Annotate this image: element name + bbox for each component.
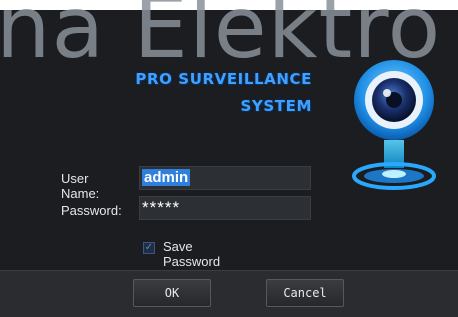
login-dialog: PRO SURVEILLANCE SYSTEM User Name: admin… [0,10,458,317]
product-title-line1: PRO SURVEILLANCE [135,70,312,88]
password-field[interactable]: ***** [139,196,311,220]
username-value: admin [142,169,191,186]
password-value: ***** [142,198,181,217]
product-title-line2: SYSTEM [240,97,312,115]
ok-button[interactable]: OK [133,279,211,307]
checkmark-icon: ✓ [144,242,154,253]
webcam-icon [352,60,436,190]
dialog-footer: OK Cancel [0,270,458,317]
username-label: User Name: [61,171,100,201]
save-password-checkbox[interactable]: ✓ [143,242,155,254]
username-field[interactable]: admin [139,166,311,190]
password-label: Password: [61,203,122,218]
save-password-label: Save Password [163,239,221,269]
cancel-button[interactable]: Cancel [266,279,344,307]
product-title: PRO SURVEILLANCE SYSTEM [135,66,312,120]
